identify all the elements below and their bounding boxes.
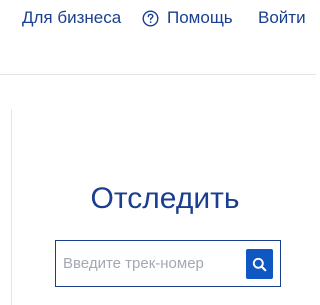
top-navigation: Для бизнеса Помощь Войти [0,0,316,40]
content-left-border [11,109,12,305]
header-divider [0,74,316,75]
search-button[interactable] [246,249,273,279]
help-link-label: Помощь [167,8,233,27]
tracking-number-input[interactable] [63,250,243,276]
track-title: Отследить [90,182,240,215]
help-link[interactable]: Помощь [142,7,233,29]
login-link[interactable]: Войти [258,7,306,29]
tracking-search-box [55,240,281,287]
business-link[interactable]: Для бизнеса [22,7,121,29]
question-circle-icon [142,9,159,27]
magnifier-icon [252,257,267,272]
